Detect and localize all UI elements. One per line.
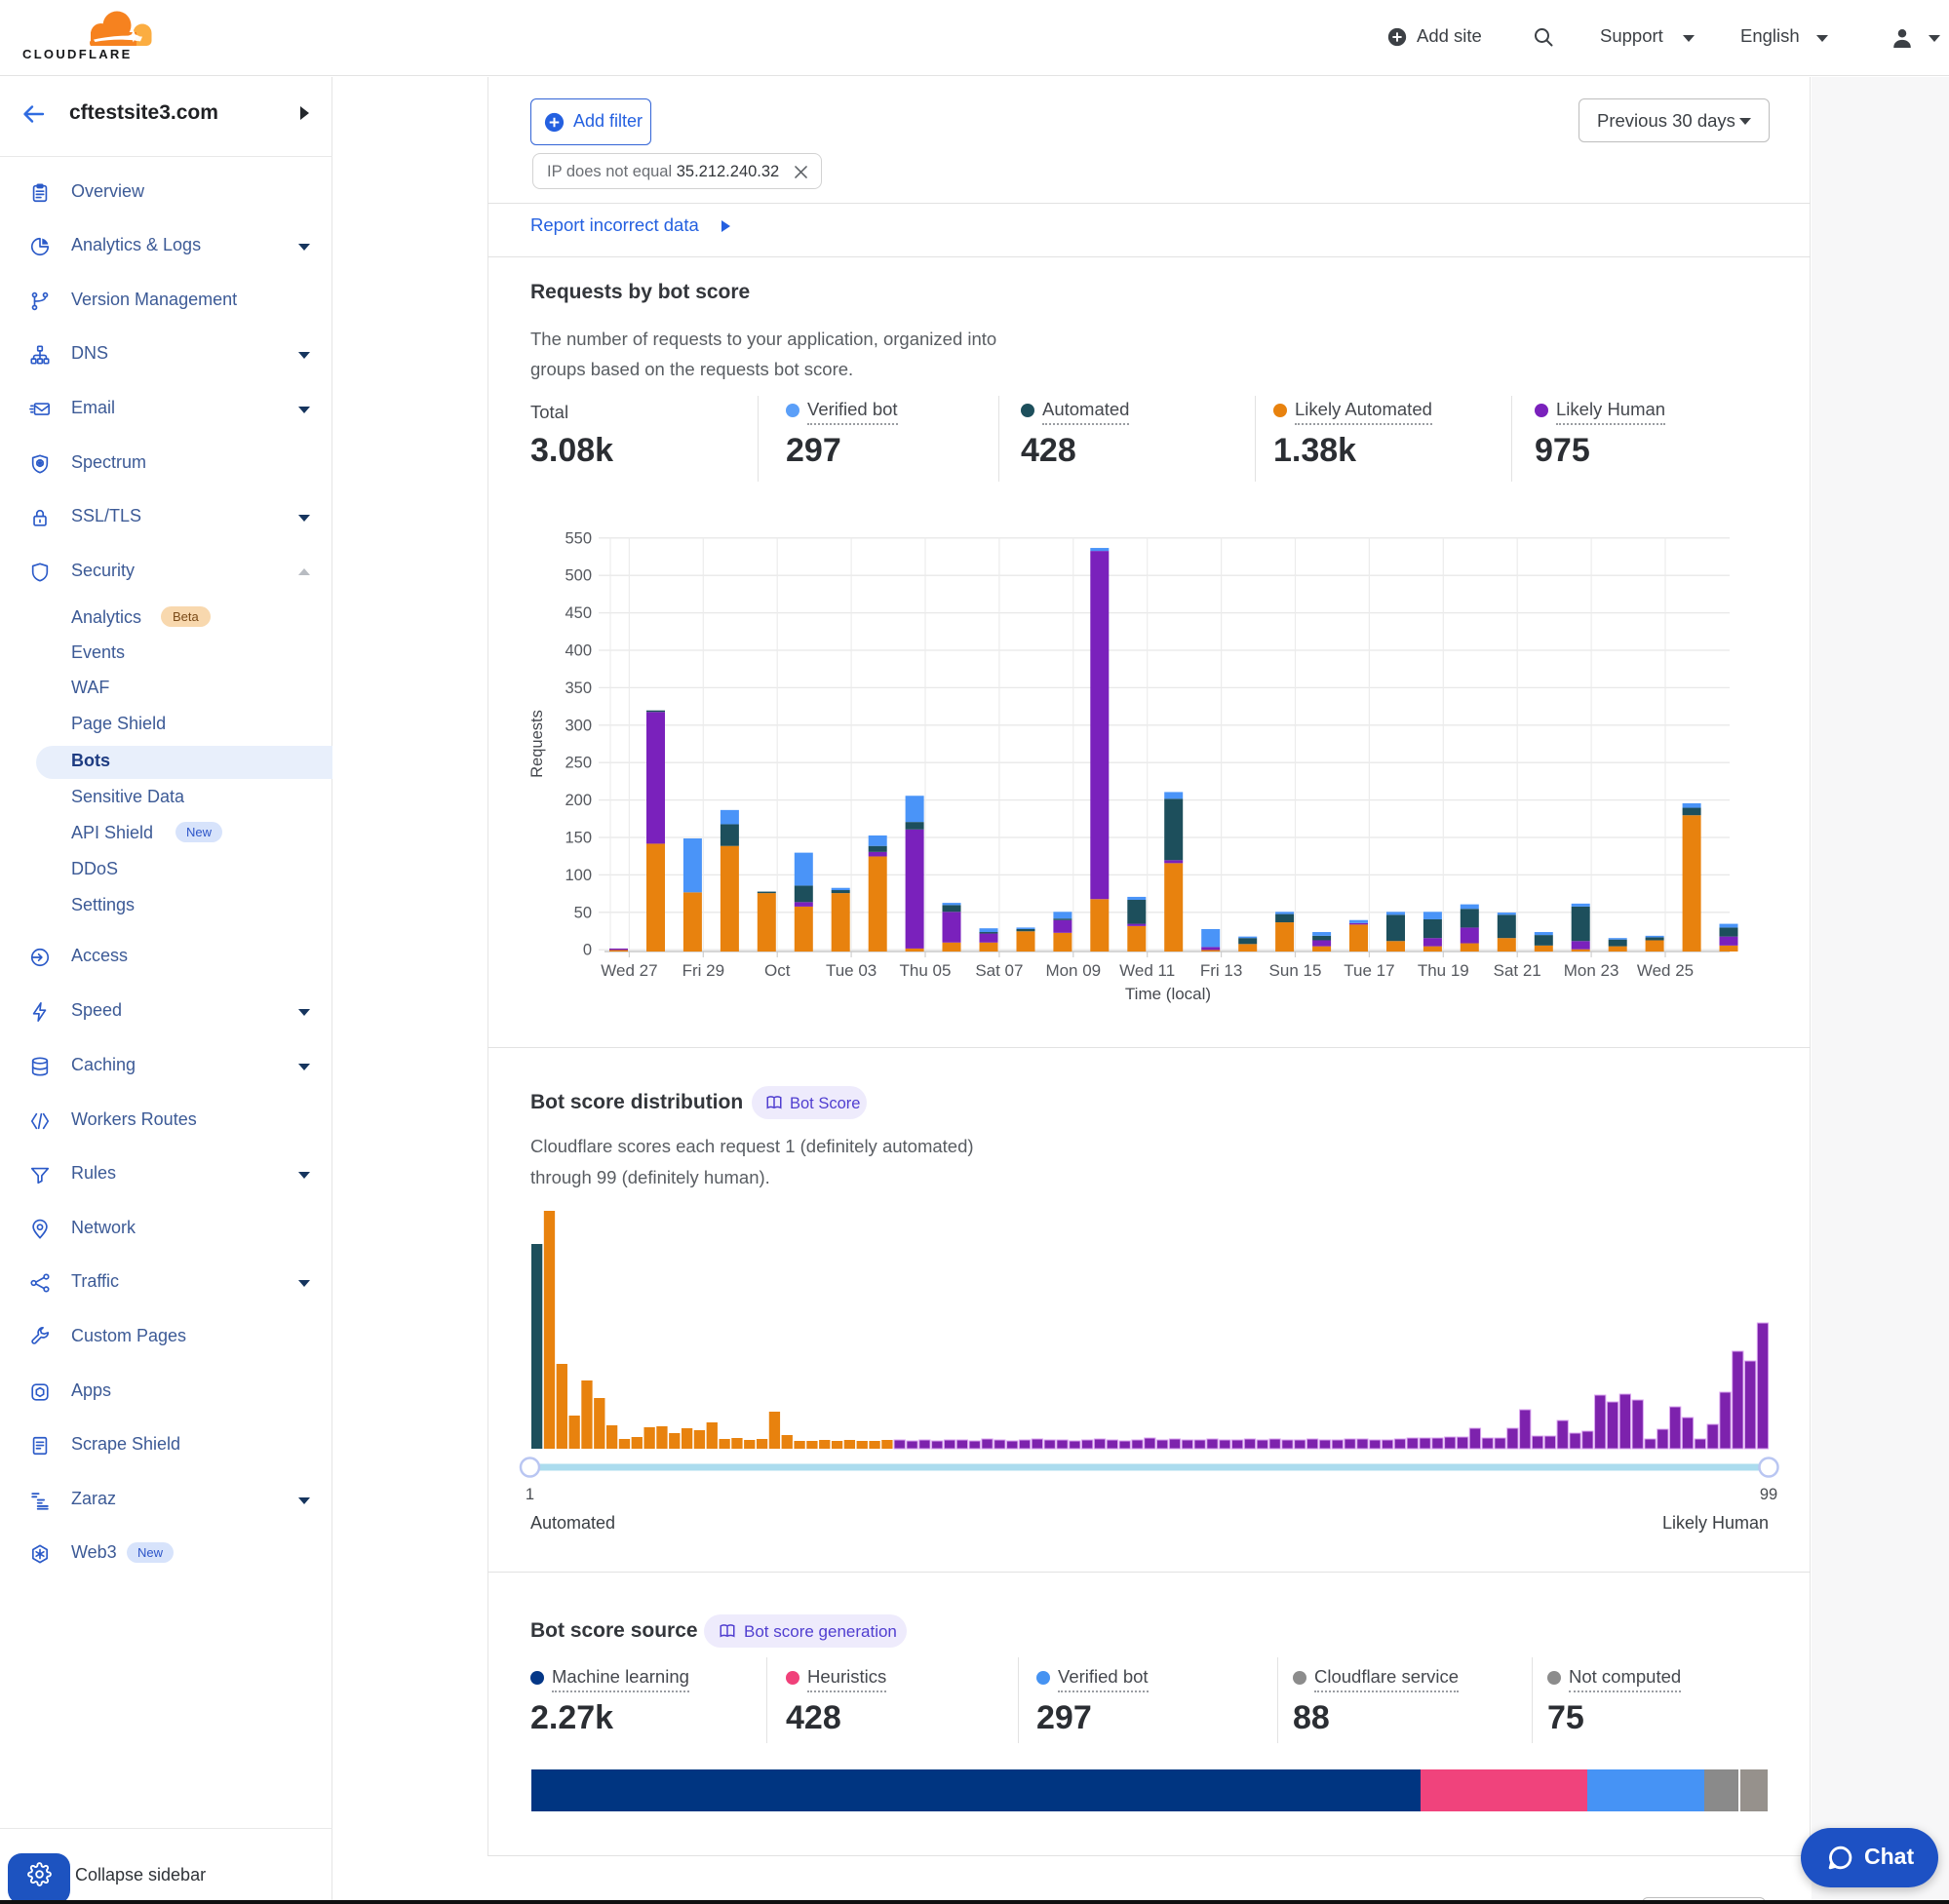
- svg-text:100: 100: [565, 867, 592, 884]
- svg-text:Sat 07: Sat 07: [975, 961, 1023, 980]
- svg-text:Sun 15: Sun 15: [1269, 961, 1322, 980]
- svg-text:50: 50: [574, 904, 592, 921]
- svg-text:Oct: Oct: [764, 961, 791, 980]
- svg-text:250: 250: [565, 755, 592, 772]
- svg-text:Wed 25: Wed 25: [1637, 961, 1694, 980]
- svg-text:500: 500: [565, 567, 592, 585]
- svg-text:Thu 05: Thu 05: [900, 961, 952, 980]
- svg-text:Time (local): Time (local): [1125, 985, 1211, 1003]
- svg-text:Tue 03: Tue 03: [826, 961, 877, 980]
- svg-text:350: 350: [565, 680, 592, 697]
- svg-text:Automated: Automated: [530, 1513, 615, 1533]
- svg-text:Mon 23: Mon 23: [1564, 961, 1619, 980]
- svg-text:Tue 17: Tue 17: [1344, 961, 1394, 980]
- svg-text:Wed 27: Wed 27: [601, 961, 657, 980]
- svg-text:Fri 29: Fri 29: [682, 961, 724, 980]
- svg-text:Requests: Requests: [528, 710, 546, 778]
- svg-text:450: 450: [565, 604, 592, 622]
- svg-text:1: 1: [526, 1486, 534, 1503]
- svg-text:Likely Human: Likely Human: [1662, 1513, 1769, 1533]
- svg-text:300: 300: [565, 717, 592, 734]
- svg-text:0: 0: [583, 942, 592, 959]
- svg-text:Fri 13: Fri 13: [1200, 961, 1242, 980]
- svg-text:200: 200: [565, 792, 592, 809]
- svg-text:Wed 11: Wed 11: [1119, 961, 1175, 980]
- svg-text:400: 400: [565, 642, 592, 660]
- svg-text:150: 150: [565, 830, 592, 847]
- svg-text:Thu 19: Thu 19: [1418, 961, 1469, 980]
- svg-text:Mon 09: Mon 09: [1045, 961, 1101, 980]
- svg-text:99: 99: [1760, 1486, 1777, 1503]
- svg-text:Sat 21: Sat 21: [1494, 961, 1541, 980]
- svg-text:550: 550: [565, 529, 592, 547]
